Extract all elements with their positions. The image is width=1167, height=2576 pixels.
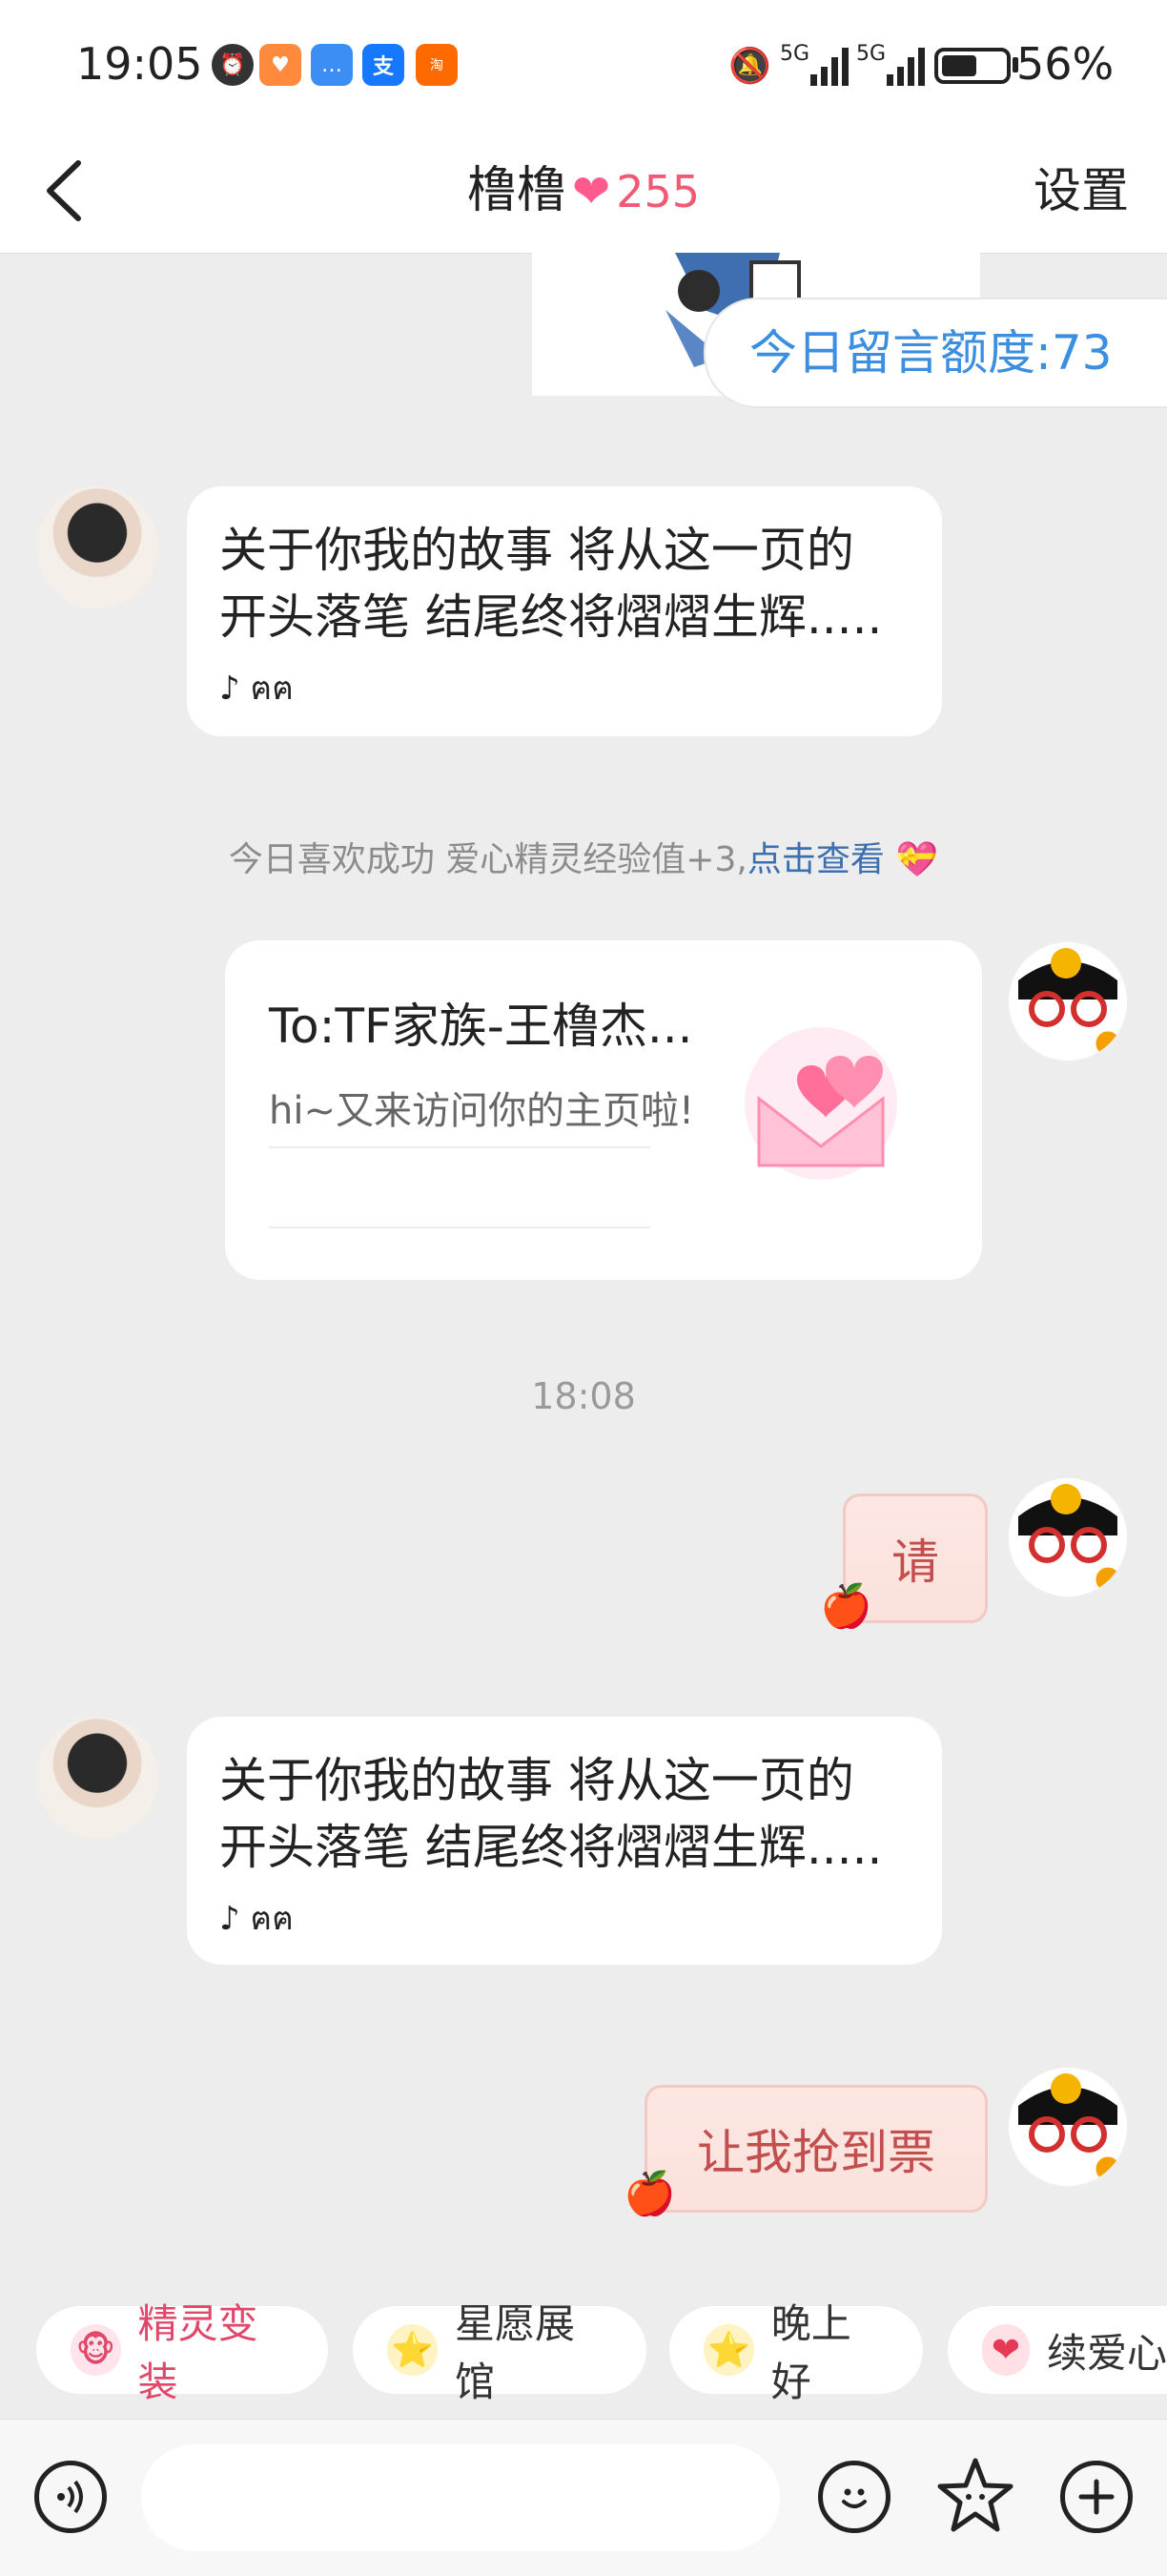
message-app-icon: … (311, 44, 353, 86)
apple-decoration-icon: 🍎 (820, 1582, 872, 1631)
more-button[interactable] (1060, 2461, 1133, 2533)
chip-label: 续爱心 (1046, 2329, 1167, 2377)
card-divider (269, 1146, 650, 1148)
my-avatar[interactable] (1007, 2066, 1129, 2188)
mute-icon: 🔕 (728, 47, 771, 86)
my-avatar[interactable] (1007, 940, 1129, 1062)
apple-decoration-icon: 🍎 (624, 2170, 676, 2218)
avatar-cartoon-icon (1016, 948, 1123, 1061)
chip-sprite-outfit[interactable]: 🐵 精灵变装 (36, 2300, 328, 2405)
monkey-icon: 🐵 (71, 2324, 121, 2376)
chat-title: 橹橹 ❤ 255 (0, 157, 1167, 225)
plus-icon (1078, 2479, 1115, 2515)
signal-icon-1 (810, 46, 849, 86)
view-link[interactable]: 点击查看 (747, 840, 885, 879)
app-heart-icon: ♥ (259, 44, 301, 86)
network-label-1: 5G (780, 42, 810, 66)
chat-header: 橹橹 ❤ 255 设置 (0, 129, 1167, 254)
star-face-icon: ⭐ (704, 2324, 754, 2376)
visit-card[interactable]: To:TF家族-王橹杰... hi~又来访问你的主页啦! (225, 940, 982, 1280)
battery-percent: 56% (1016, 38, 1115, 90)
contact-name: 橹橹 (466, 162, 566, 219)
card-title: To:TF家族-王橹杰... (269, 999, 693, 1054)
settings-button[interactable]: 设置 (1034, 157, 1129, 224)
like-notice-text: 今日喜欢成功 爱心精灵经验值+3, (228, 840, 747, 879)
star-icon: ⭐ (387, 2324, 439, 2376)
message-input[interactable] (141, 2444, 780, 2551)
avatar-cartoon-icon (1016, 1484, 1123, 1597)
music-note-icon: ♪ (219, 1900, 240, 1938)
intimacy-score: 255 (616, 166, 701, 217)
emoji-button[interactable] (818, 2461, 891, 2533)
chip-label: 晚上好 (770, 2300, 851, 2405)
like-notice: 今日喜欢成功 爱心精灵经验值+3,点击查看 💝 (0, 832, 1167, 881)
music-text: ฅฅ (250, 1900, 295, 1938)
chip-renew-heart[interactable]: ❤ 续爱心 (948, 2306, 1167, 2394)
music-text: ฅฅ (250, 670, 295, 708)
chip-good-evening[interactable]: ⭐ 晚上好 (669, 2300, 923, 2405)
sticker-text: 让我抢到票 (697, 2125, 935, 2180)
love-letter-icon (730, 1022, 911, 1188)
heart-icon: ❤ (982, 2324, 1030, 2376)
alarm-icon: ⏰ (212, 44, 254, 86)
message-line-2: 开头落笔 结尾终将熠熠生辉..... (219, 589, 883, 645)
taobao-icon: 淘 (416, 44, 458, 86)
status-time: 19:05 (76, 38, 203, 90)
sprite-button[interactable] (934, 2455, 1016, 2537)
heart-gift-icon: 💝 (895, 840, 939, 879)
message-bubble[interactable]: 关于你我的故事 将从这一页的 开头落笔 结尾终将熠熠生辉..... ♪ ฅฅ (187, 486, 942, 736)
signal-icon-2 (887, 46, 925, 86)
music-note-row: ♪ ฅฅ (219, 1892, 294, 1944)
card-subtitle: hi~又来访问你的主页啦! (269, 1089, 695, 1133)
avatar-cartoon-icon (1016, 2073, 1123, 2186)
message-quota-badge: 今日留言额度:73 (704, 298, 1167, 408)
my-avatar[interactable] (1007, 1476, 1129, 1598)
message-line-1: 关于你我的故事 将从这一页的 (219, 523, 854, 578)
battery-icon (934, 48, 1011, 84)
chip-label: 星愿展馆 (455, 2300, 576, 2405)
sticker-text: 请 (891, 1535, 939, 1590)
star-face-icon (937, 2458, 1013, 2532)
contact-avatar[interactable] (36, 1717, 158, 1839)
voice-icon (57, 2480, 83, 2514)
alipay-icon: 支 (362, 44, 404, 86)
message-line-2: 开头落笔 结尾终将熠熠生辉..... (219, 1820, 883, 1875)
message-timestamp: 18:08 (531, 1375, 636, 1417)
contact-avatar[interactable] (36, 486, 158, 608)
message-line-1: 关于你我的故事 将从这一页的 (219, 1753, 854, 1808)
network-label-2: 5G (856, 42, 887, 66)
chip-label: 精灵变装 (137, 2300, 258, 2405)
status-bar: 19:05 ⏰ ♥ … 支 淘 🔕 5G 5G 56% (0, 0, 1167, 129)
music-note-row: ♪ ฅฅ (219, 662, 294, 713)
music-note-icon: ♪ (219, 670, 240, 708)
heart-icon: ❤ (571, 165, 611, 218)
sticker-bubble[interactable]: 让我抢到票 (645, 2085, 988, 2213)
chip-wish-gallery[interactable]: ⭐ 星愿展馆 (353, 2300, 646, 2405)
smiley-icon (842, 2488, 867, 2508)
message-bubble[interactable]: 关于你我的故事 将从这一页的 开头落笔 结尾终将熠熠生辉..... ♪ ฅฅ (187, 1717, 942, 1965)
voice-input-button[interactable] (34, 2461, 107, 2533)
card-divider (269, 1226, 650, 1228)
